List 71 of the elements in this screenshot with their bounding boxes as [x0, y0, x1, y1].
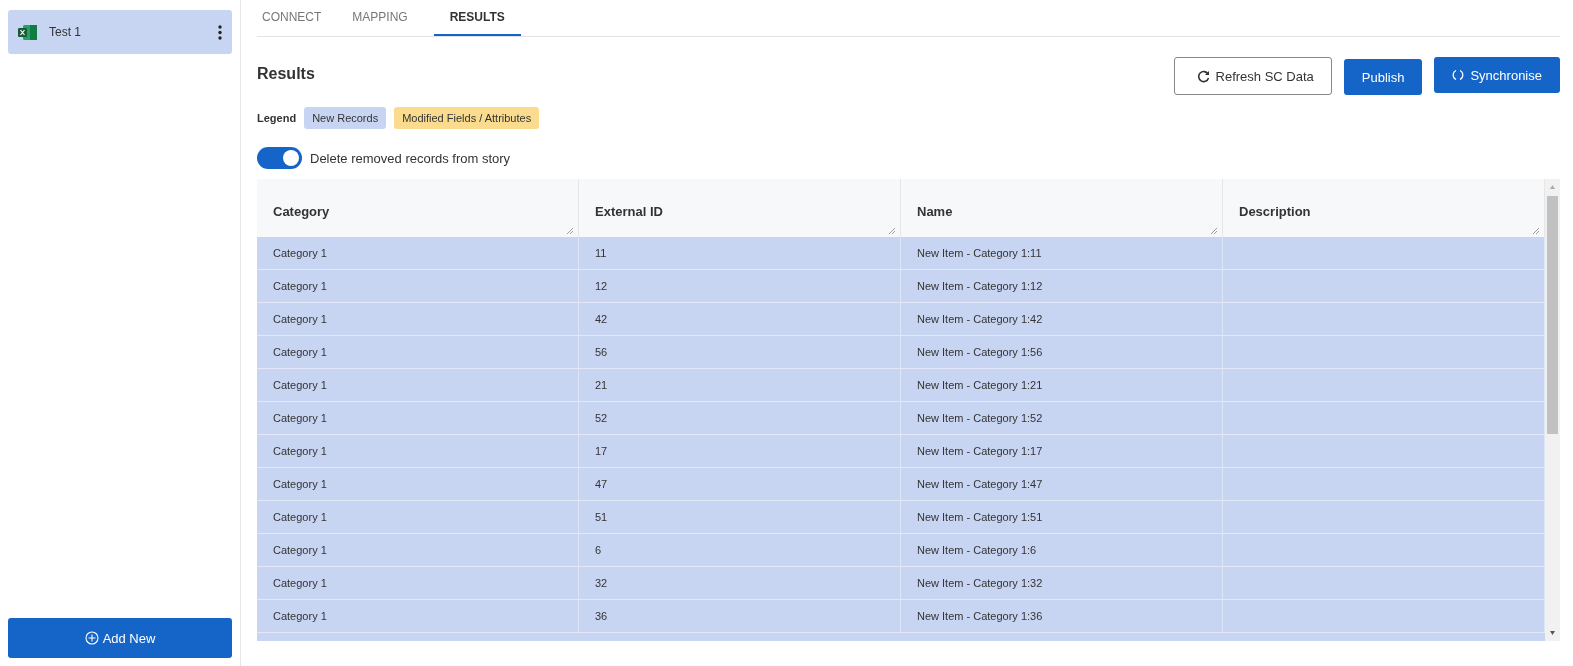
- table-cell: 17: [579, 435, 901, 467]
- table-row[interactable]: Category 1 47 New Item - Category 1:47: [257, 468, 1545, 501]
- tab[interactable]: MAPPING: [347, 0, 424, 36]
- table-cell: 11: [579, 237, 901, 269]
- table-cell: New Item - Category 1:36: [901, 600, 1223, 632]
- table-cell: 6: [579, 534, 901, 566]
- table-cell: Category 1: [257, 270, 579, 302]
- table-cell: 32: [579, 567, 901, 599]
- table-cell: New Item - Category 1:12: [901, 270, 1223, 302]
- table-cell: New Item - Category 1:21: [901, 369, 1223, 401]
- table-cell: 42: [579, 303, 901, 335]
- table-cell: Category 1: [257, 534, 579, 566]
- table-cell: Category 1: [257, 468, 579, 500]
- table-cell: Category 1: [257, 336, 579, 368]
- tab[interactable]: CONNECT: [257, 0, 338, 36]
- legend-label: Legend: [257, 112, 297, 124]
- table-cell: New Item - Category 1:6: [901, 534, 1223, 566]
- table-cell: New Item - Category 1:52: [901, 402, 1223, 434]
- table-cell: Category 1: [257, 369, 579, 401]
- table-cell: New Item - Category 1:51: [901, 501, 1223, 533]
- table-row[interactable]: Category 1 51 New Item - Category 1:51: [257, 501, 1545, 534]
- plus-circle-icon: [84, 631, 99, 645]
- table-row[interactable]: Category 1 42 New Item - Category 1:42: [257, 303, 1545, 336]
- table-cell: New Item - Category 1:11: [901, 237, 1223, 269]
- add-new-button[interactable]: Add New: [8, 618, 232, 658]
- sidebar-item[interactable]: Test 1: [8, 10, 232, 54]
- table-cell: New Item - Category 1:17: [901, 435, 1223, 467]
- table-cell: New Item - Category 1:47: [901, 468, 1223, 500]
- table-cell: 52: [579, 402, 901, 434]
- table-cell: Category 1: [257, 600, 579, 632]
- table-row[interactable]: Category 1 52 New Item - Category 1:52: [257, 402, 1545, 435]
- tab[interactable]: RESULTS: [433, 0, 521, 36]
- table-cell: Category 1: [257, 237, 579, 269]
- refresh-button[interactable]: Refresh SC Data: [1173, 57, 1332, 95]
- table-cell: Category 1: [257, 435, 579, 467]
- table-cell: 56: [579, 336, 901, 368]
- resize-grip-icon[interactable]: [1533, 228, 1539, 234]
- table-cell: New Item - Category 1:42: [901, 303, 1223, 335]
- table-cell: 47: [579, 468, 901, 500]
- table-row[interactable]: Category 1 32 New Item - Category 1:32: [257, 567, 1545, 600]
- resize-grip-icon[interactable]: [1211, 228, 1217, 234]
- table-row[interactable]: Category 1 11 New Item - Category 1:11: [257, 237, 1545, 270]
- publish-button[interactable]: Publish: [1343, 59, 1423, 95]
- toggle-switch[interactable]: [257, 147, 302, 169]
- legend-tag: Modified Fields / Attributes: [394, 107, 540, 129]
- resize-grip-icon[interactable]: [889, 228, 895, 234]
- table-cell: Category 1: [257, 501, 579, 533]
- spinner-icon: [1452, 69, 1465, 81]
- table-cell: 21: [579, 369, 901, 401]
- table-row[interactable]: Category 1 17 New Item - Category 1:17: [257, 435, 1545, 468]
- refresh-icon: [1196, 69, 1210, 83]
- table-row[interactable]: Category 1 36 New Item - Category 1:36: [257, 600, 1545, 633]
- section-title: Results: [257, 65, 315, 83]
- toggle-label: Delete removed records from story: [310, 150, 511, 166]
- resize-grip-icon[interactable]: [567, 228, 573, 234]
- table-row[interactable]: Category 1 12 New Item - Category 1:12: [257, 270, 1545, 303]
- table-cell: New Item - Category 1:56: [901, 336, 1223, 368]
- table-cell: 12: [579, 270, 901, 302]
- table-cell: Category 1: [257, 303, 579, 335]
- legend-tag: New Records: [304, 107, 387, 129]
- table-row[interactable]: Category 1 6 New Item - Category 1:6: [257, 534, 1545, 567]
- table-row[interactable]: Category 1 56 New Item - Category 1:56: [257, 336, 1545, 369]
- table-cell: 51: [579, 501, 901, 533]
- table-cell: New Item - Category 1:32: [901, 567, 1223, 599]
- spreadsheet-icon: [18, 24, 37, 40]
- table-cell: Category 1: [257, 402, 579, 434]
- more-options-icon[interactable]: [218, 24, 222, 40]
- table-cell: 36: [579, 600, 901, 632]
- synchronise-button[interactable]: Synchronise: [1434, 57, 1560, 93]
- table-cell: Category 1: [257, 567, 579, 599]
- table-row[interactable]: Category 1 21 New Item - Category 1:21: [257, 369, 1545, 402]
